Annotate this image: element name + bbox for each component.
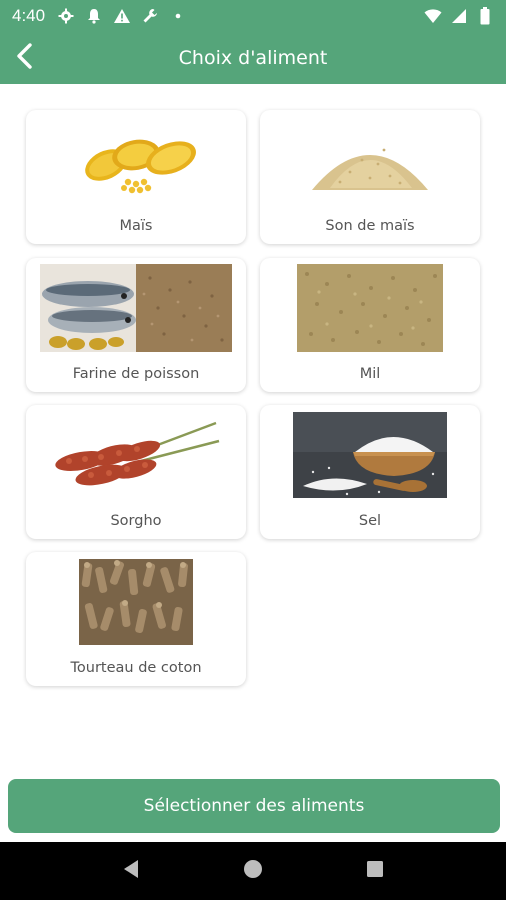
battery-icon <box>476 7 494 25</box>
wrench-icon <box>141 7 159 25</box>
status-bar: 4:40 <box>0 0 506 32</box>
bell-icon <box>85 7 103 25</box>
food-card-mais[interactable]: Maïs <box>26 110 246 244</box>
back-button[interactable] <box>8 41 42 75</box>
mil-image <box>260 258 480 358</box>
dot-icon <box>169 7 187 25</box>
system-nav-bar <box>0 842 506 900</box>
food-label: Sel <box>358 513 382 529</box>
status-time: 4:40 <box>12 6 46 25</box>
signal-icon <box>450 7 468 25</box>
chevron-left-icon <box>15 43 35 73</box>
food-label: Tourteau de coton <box>70 660 202 676</box>
sorgho-image <box>26 405 246 505</box>
food-label: Farine de poisson <box>72 366 200 382</box>
gear-icon <box>57 7 75 25</box>
status-icons-left <box>57 7 187 25</box>
home-circle-icon <box>243 859 263 883</box>
select-foods-button[interactable]: Sélectionner des aliments <box>8 779 500 833</box>
status-icons-right <box>424 7 494 25</box>
tourteau-de-coton-image <box>26 552 246 652</box>
nav-recents-button[interactable] <box>355 851 395 891</box>
farine-de-poisson-image <box>26 258 246 358</box>
food-card-mil[interactable]: Mil <box>260 258 480 392</box>
food-card-son-de-mais[interactable]: Son de maïs <box>260 110 480 244</box>
food-label: Sorgho <box>110 513 162 529</box>
food-label: Mil <box>359 366 381 382</box>
app-bar: Choix d'aliment <box>0 32 506 84</box>
mais-image <box>26 110 246 210</box>
sel-image <box>260 405 480 505</box>
nav-home-button[interactable] <box>233 851 273 891</box>
warning-icon <box>113 7 131 25</box>
food-card-sorgho[interactable]: Sorgho <box>26 405 246 539</box>
back-triangle-icon <box>122 859 140 883</box>
food-card-tourteau-de-coton[interactable]: Tourteau de coton <box>26 552 246 686</box>
nav-back-button[interactable] <box>111 851 151 891</box>
food-card-farine-de-poisson[interactable]: Farine de poisson <box>26 258 246 392</box>
food-card-sel[interactable]: Sel <box>260 405 480 539</box>
page-title: Choix d'aliment <box>178 47 328 69</box>
food-label: Maïs <box>119 218 153 234</box>
wifi-icon <box>424 7 442 25</box>
food-label: Son de maïs <box>325 218 415 234</box>
son-de-mais-image <box>260 110 480 210</box>
recents-square-icon <box>366 860 384 882</box>
